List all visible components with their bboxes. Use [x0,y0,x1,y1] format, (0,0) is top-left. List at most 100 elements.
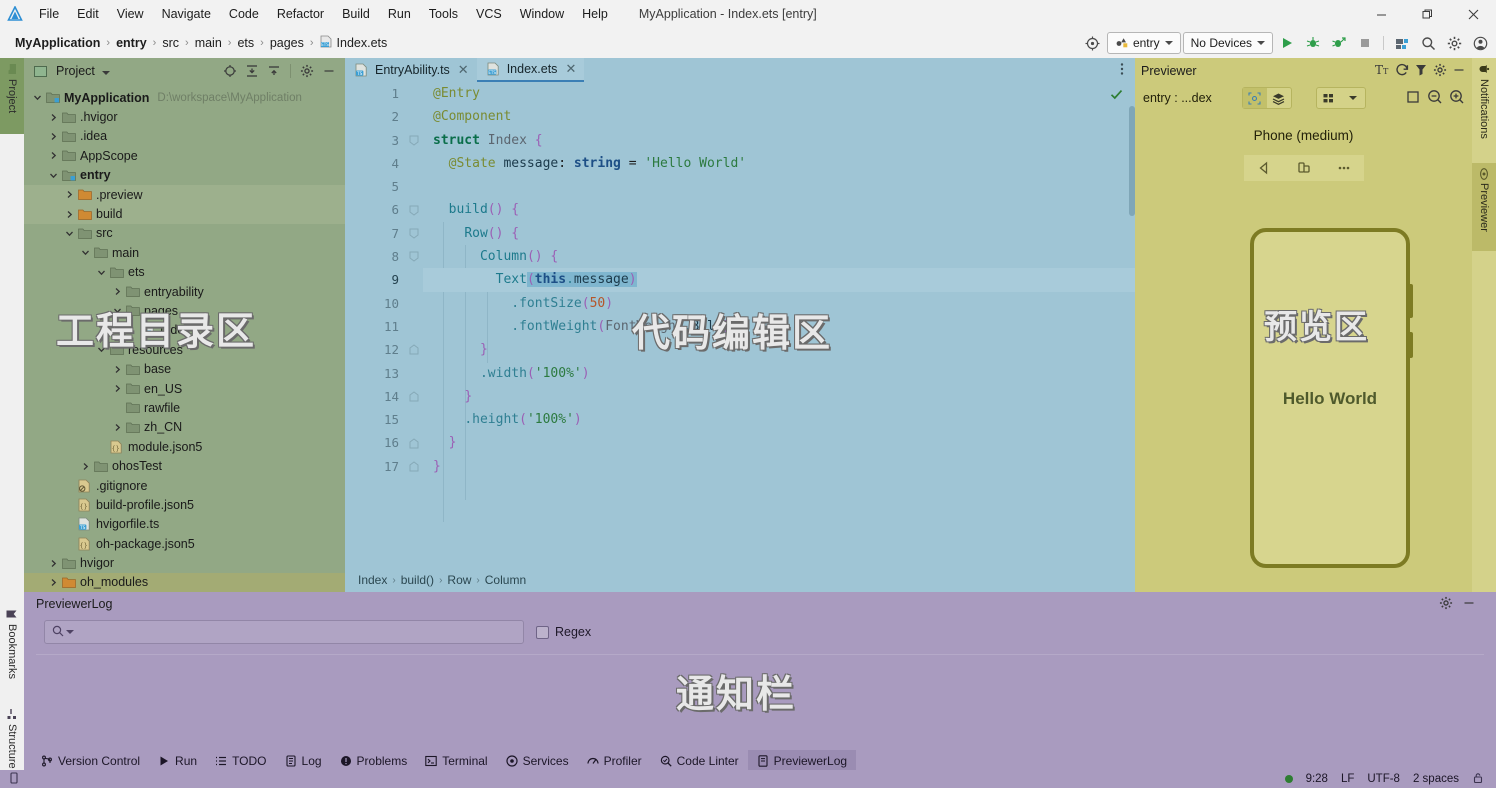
menu-run[interactable]: Run [379,0,420,28]
frame-icon[interactable] [1406,90,1420,107]
minimize-icon[interactable] [319,61,339,81]
previewer-layout-group[interactable] [1316,87,1366,109]
bottom-tool-tabs[interactable]: Version ControlRunTODOLogProblemsTermina… [24,750,1496,772]
status-indent[interactable]: 2 spaces [1413,773,1459,785]
code-structure-breadcrumb[interactable]: Index › build() › Row › Column [345,568,1135,592]
zoom-in-icon[interactable] [1449,89,1464,107]
status-encoding[interactable]: UTF-8 [1367,773,1400,785]
run-configuration-selector[interactable]: entry [1107,32,1181,54]
close-icon[interactable]: ✕ [565,61,576,77]
breadcrumb-item-main[interactable]: main [190,36,227,50]
bottom-tab-code-linter[interactable]: Code Linter [651,750,748,772]
fold-marker-close-row[interactable] [405,385,423,408]
tree-node-hvigor[interactable]: hvigor [24,553,345,572]
chevron-right-icon[interactable] [110,420,124,434]
tree-node-appscope[interactable]: AppScope [24,146,345,165]
search-icon[interactable] [1416,31,1440,55]
log-filter-bar[interactable]: Regex [24,616,1496,648]
code-line[interactable]: Column() { [423,245,1135,268]
fold-marker-struct[interactable] [405,129,423,152]
previewer-toolbar[interactable]: entry : ...dex [1135,84,1472,112]
project-panel-tools[interactable] [220,61,339,81]
editor-tab-index-ets[interactable]: ETSIndex.ets✕ [477,58,585,82]
lock-icon[interactable] [1472,772,1484,787]
zoom-out-icon[interactable] [1427,89,1442,107]
gear-icon[interactable] [1433,63,1447,80]
tree-node-entryability[interactable]: entryability [24,282,345,301]
tree-node-hvigorfile-ts[interactable]: TShvigorfile.ts [24,515,345,534]
tree-node--hvigor[interactable]: .hvigor [24,107,345,126]
breadcrumb[interactable]: MyApplication › entry › src › main › ets… [10,35,387,51]
menu-view[interactable]: View [108,0,153,28]
breadcrumb-item-ets[interactable]: ets [232,36,259,50]
sidebar-item-previewer[interactable]: Previewer [1472,163,1496,251]
log-panel-tools[interactable] [1439,596,1484,613]
debug-button[interactable] [1301,31,1325,55]
code-line[interactable]: } [423,385,1135,408]
layers-icon[interactable] [1267,88,1291,108]
chevron-down-icon[interactable] [62,226,76,240]
code-line[interactable] [423,175,1135,198]
fold-marker-close-column[interactable] [405,338,423,361]
bottom-tab-run[interactable]: Run [149,750,206,772]
account-icon[interactable] [1468,31,1492,55]
collapse-all-icon[interactable] [264,61,284,81]
fold-marker-column[interactable] [405,245,423,268]
tree-node-module-json5[interactable]: {}module.json5 [24,437,345,456]
chevron-right-icon[interactable] [46,575,60,589]
chevron-down-icon[interactable] [30,91,44,105]
bottom-tab-todo[interactable]: TODO [206,750,275,772]
editor-tab-options-icon[interactable] [1115,62,1129,79]
attach-debugger-button[interactable] [1327,31,1351,55]
sidebar-item-project[interactable]: Project [0,58,24,134]
tree-node-myapplication[interactable]: MyApplicationD:\workspace\MyApplication [24,88,345,107]
tree-node-entry[interactable]: entry [24,166,345,185]
tree-node--preview[interactable]: .preview [24,185,345,204]
device-selector[interactable]: No Devices [1183,32,1273,54]
window-controls[interactable] [1358,0,1496,28]
code-line[interactable]: } [423,455,1135,478]
chevron-right-icon[interactable] [62,188,76,202]
orientation-icon[interactable] [1284,155,1324,181]
project-view-dropdown[interactable] [102,64,110,78]
gear-icon[interactable] [1439,596,1453,613]
target-icon[interactable] [1081,31,1105,55]
code-fold-gutter[interactable] [405,82,423,568]
breadcrumb-item-entry[interactable]: entry [111,36,152,50]
previewer-view-mode-group[interactable] [1242,87,1292,109]
minimize-button[interactable] [1358,0,1404,28]
tree-node-ets[interactable]: ets [24,263,345,282]
regex-checkbox[interactable] [536,626,549,639]
phone-preview-frame[interactable]: Hello World [1250,228,1410,568]
tree-node-rawfile[interactable]: rawfile [24,398,345,417]
run-button[interactable] [1275,31,1299,55]
menu-tools[interactable]: Tools [420,0,467,28]
bottom-tab-profiler[interactable]: Profiler [578,750,651,772]
chevron-down-icon[interactable] [46,168,60,182]
status-bar-right[interactable]: 9:28 LF UTF-8 2 spaces [1285,772,1488,787]
close-icon[interactable]: ✕ [458,62,469,78]
code-crumb-row[interactable]: Row [442,573,476,587]
chevron-right-icon[interactable] [46,149,60,163]
gear-icon[interactable] [1442,31,1466,55]
code-line[interactable]: @Entry [423,82,1135,105]
menu-refactor[interactable]: Refactor [268,0,333,28]
tree-node-oh-modules[interactable]: oh_modules [24,573,345,592]
code-crumb-index[interactable]: Index [353,573,392,587]
previewer-target-label[interactable]: entry : ...dex [1143,91,1212,105]
fold-marker-build[interactable] [405,198,423,221]
inspector-icon[interactable] [1414,63,1428,80]
chevron-right-icon[interactable] [78,459,92,473]
tree-node-src[interactable]: src [24,224,345,243]
fold-marker-close-struct[interactable] [405,455,423,478]
code-line[interactable]: build() { [423,198,1135,221]
fold-marker-close-build[interactable] [405,431,423,454]
device-icon[interactable] [8,772,20,787]
status-line-separator[interactable]: LF [1341,773,1354,785]
refresh-icon[interactable] [1395,63,1409,80]
sidebar-item-notifications[interactable]: Notifications [1472,58,1496,158]
code-line[interactable]: .width('100%') [423,362,1135,385]
editor-tab-bar[interactable]: TSEntryAbility.ts✕ETSIndex.ets✕ [345,58,1135,82]
log-search-input[interactable] [78,625,516,639]
editor-tab-entryability-ts[interactable]: TSEntryAbility.ts✕ [345,58,477,82]
